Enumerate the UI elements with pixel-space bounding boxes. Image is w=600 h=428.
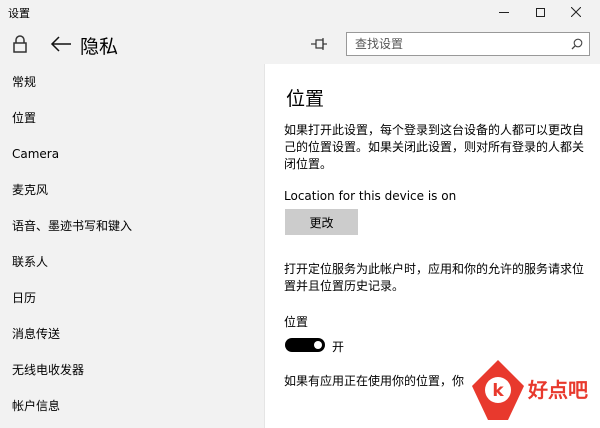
watermark: k 好点吧: [468, 358, 600, 422]
close-icon: [571, 7, 581, 17]
section-title: 位置: [286, 88, 325, 110]
maximize-icon: [535, 7, 545, 17]
minimize-icon: [499, 11, 509, 13]
sidebar-item-microphone[interactable]: 麦克风: [0, 172, 265, 208]
sidebar: 常规 位置 Camera 麦克风 语音、墨迹书写和键入 联系人 日历 消息传送 …: [0, 64, 265, 428]
toggle-state-text: 开: [332, 340, 345, 354]
maximize-button[interactable]: [522, 0, 558, 24]
location-toggle-label: 位置: [284, 315, 309, 329]
watermark-logo-icon: k: [472, 360, 524, 420]
change-button[interactable]: 更改: [285, 209, 358, 235]
header: 隐私: [0, 24, 600, 64]
back-arrow-icon[interactable]: [50, 36, 72, 52]
close-button[interactable]: [558, 0, 594, 24]
toggle-knob: [314, 341, 322, 349]
lock-icon: [13, 35, 27, 53]
page-title: 隐私: [80, 36, 119, 58]
window-title: 设置: [8, 7, 30, 20]
sidebar-item-speech[interactable]: 语音、墨迹书写和键入: [0, 208, 265, 244]
app-location-description: 如果有应用正在使用你的位置，你: [284, 374, 465, 388]
title-bar: 设置: [0, 0, 600, 24]
minimize-button[interactable]: [486, 0, 522, 24]
sidebar-item-location[interactable]: 位置: [0, 100, 265, 136]
sidebar-item-contacts[interactable]: 联系人: [0, 244, 265, 280]
sidebar-item-camera[interactable]: Camera: [0, 136, 265, 172]
watermark-text: 好点吧: [528, 378, 588, 402]
location-service-description: 打开定位服务为此帐户时，应用和你的允许的服务请求位置并且位置历史记录。: [284, 262, 585, 293]
device-location-status: Location for this device is on: [284, 189, 457, 203]
pin-icon[interactable]: [310, 36, 328, 52]
sidebar-item-messaging[interactable]: 消息传送: [0, 316, 265, 352]
sidebar-item-radios[interactable]: 无线电收发器: [0, 352, 265, 388]
search-box[interactable]: [346, 32, 590, 56]
location-description: 如果打开此设置，每个登录到这台设备的人都可以更改自己的位置设置。如果关闭此设置，…: [284, 123, 585, 171]
location-toggle[interactable]: [285, 338, 325, 352]
sidebar-item-account-info[interactable]: 帐户信息: [0, 388, 265, 424]
sidebar-item-general[interactable]: 常规: [0, 64, 265, 100]
search-icon[interactable]: [571, 38, 583, 50]
search-input[interactable]: [347, 33, 567, 55]
svg-text:k: k: [492, 381, 504, 401]
sidebar-item-calendar[interactable]: 日历: [0, 280, 265, 316]
